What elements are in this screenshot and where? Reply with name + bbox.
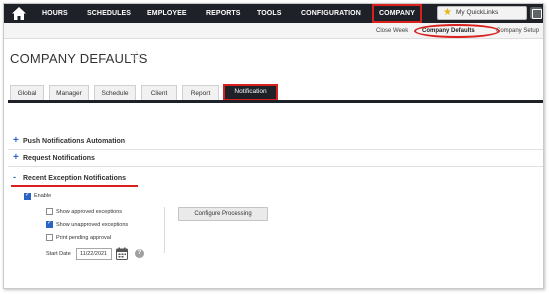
print-pending-label: Print pending approval [56,235,112,241]
page-title: COMPANY DEFAULTS [10,51,148,66]
collapse-minus-icon: - [13,172,16,182]
home-icon[interactable] [11,6,27,21]
vertical-divider [164,207,165,253]
section-request-notifications[interactable]: + Request Notifications [13,152,95,163]
section-recent-label: Recent Exception Notifications [23,175,127,182]
enable-checkbox[interactable] [24,191,31,200]
nav-reports[interactable]: REPORTS [206,4,241,23]
tab-manager[interactable]: Manager [49,85,89,100]
section-push-label: Push Notifications Automation [23,138,126,145]
app-window: HOURS SCHEDULES EMPLOYEE REPORTS TOOLS C… [3,3,544,289]
section-push-notifications[interactable]: + Push Notifications Automation [13,135,126,146]
divider [8,149,543,150]
tab-schedule[interactable]: Schedule [94,85,136,100]
quicklinks-button[interactable]: ★ My QuickLinks [437,6,527,20]
show-approved-checkbox[interactable] [46,208,53,215]
help-icon[interactable]: ? [135,249,144,258]
calendar-icon[interactable] [116,247,128,260]
subnav-company-setup[interactable]: Company Setup [496,23,539,39]
divider [8,166,543,167]
expand-plus-icon: + [13,135,19,146]
highlight-underline [11,185,138,187]
qr-code-icon[interactable] [530,7,542,19]
expand-plus-icon: + [13,152,19,163]
start-date-label: Start Date [46,251,71,257]
nav-configuration[interactable]: CONFIGURATION [301,4,361,23]
print-pending-checkbox[interactable] [46,234,53,241]
enable-label: Enable [34,193,52,199]
show-unapproved-checkbox[interactable] [46,219,53,228]
nav-company[interactable]: COMPANY [372,4,422,23]
section-request-label: Request Notifications [23,155,95,162]
section-recent-exception-notifications[interactable]: - Recent Exception Notifications [13,172,127,183]
quicklinks-label: My QuickLinks [456,9,499,16]
tab-report[interactable]: Report [182,85,219,100]
highlight-oval [414,24,500,38]
top-navigation: HOURS SCHEDULES EMPLOYEE REPORTS TOOLS C… [4,4,543,23]
configure-processing-button[interactable]: Configure Processing [178,207,268,221]
tab-client[interactable]: Client [141,85,177,100]
nav-employee[interactable]: EMPLOYEE [147,4,187,23]
tab-underline [8,100,543,103]
subnav-close-week[interactable]: Close Week [376,23,408,39]
star-icon: ★ [443,7,452,18]
start-date-input[interactable]: 11/22/2021 [76,248,112,260]
tab-notification[interactable]: Notification [223,84,278,101]
show-unapproved-label: Show unapproved exceptions [56,222,129,228]
nav-schedules[interactable]: SCHEDULES [87,4,131,23]
tab-global[interactable]: Global [10,85,44,100]
nav-tools[interactable]: TOOLS [257,4,281,23]
nav-hours[interactable]: HOURS [42,4,68,23]
favorite-star-icon[interactable]: ☆ [131,48,143,64]
show-approved-label: Show approved exceptions [56,209,123,215]
